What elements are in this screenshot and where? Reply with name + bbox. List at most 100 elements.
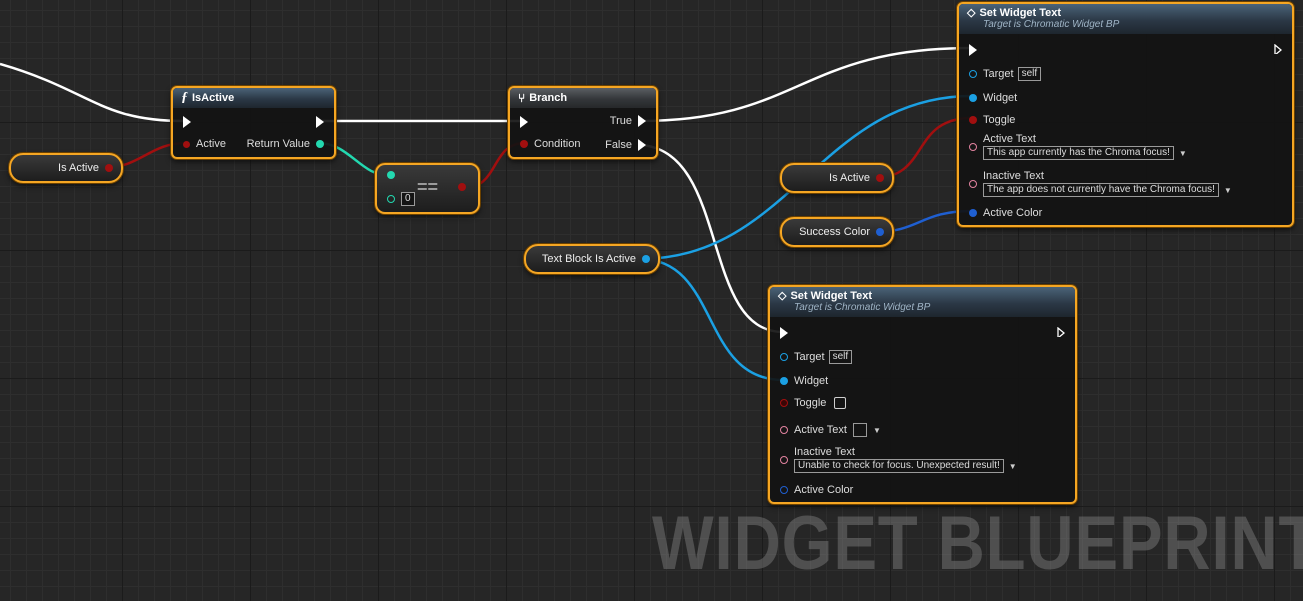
is-active-getter-node[interactable]: Is Active [9, 153, 123, 183]
text-pin-icon [780, 426, 788, 434]
toggle-checkbox[interactable] [834, 397, 847, 409]
text-pin-icon [969, 180, 977, 188]
active-text-field[interactable]: This app currently has the Chroma focus! [983, 146, 1174, 160]
node-header: ƒ IsActive [173, 88, 334, 108]
pin-label: Inactive Text [983, 170, 1044, 182]
node-label: Is Active [829, 172, 870, 184]
blueprint-watermark: WIDGET BLUEPRINT [652, 501, 1303, 586]
pin-active-color[interactable]: Active Color [969, 207, 1042, 219]
pin-target[interactable]: Target self [969, 67, 1042, 81]
exec-output-pin[interactable] [1274, 44, 1282, 54]
pin-label: Toggle [794, 397, 827, 409]
bool-output-pin[interactable] [876, 174, 884, 182]
set-widget-text-node-2[interactable]: ◇ Set Widget Text Target is Chromatic Wi… [768, 285, 1077, 504]
exec-input-pin[interactable] [183, 116, 191, 128]
bool-output-pin[interactable] [458, 183, 466, 191]
text-block-getter-node[interactable]: Text Block Is Active [524, 244, 660, 274]
pin-active[interactable]: Active [183, 138, 226, 150]
node-label: Success Color [799, 226, 870, 238]
equal-node[interactable]: 0 == [375, 163, 480, 214]
equal-input-a-pin[interactable] [387, 171, 395, 179]
target-value-field[interactable]: self [828, 350, 853, 364]
pin-widget[interactable]: Widget [969, 92, 1017, 104]
dropdown-arrow-icon[interactable]: ▼ [873, 426, 881, 435]
bool-pin-icon [458, 183, 466, 191]
exec-arrow-icon [969, 44, 977, 56]
function-icon: ƒ [181, 90, 188, 105]
pin-label: Active Text [983, 133, 1036, 145]
inactive-text-field[interactable]: The app does not currently have the Chro… [983, 183, 1219, 197]
pin-inactive-text[interactable]: Inactive Text Unable to check for focus.… [780, 447, 1017, 473]
set-widget-text-node-1[interactable]: ◇ Set Widget Text Target is Chromatic Wi… [957, 2, 1294, 227]
object-pin-icon [969, 70, 977, 78]
node-header: ◇ Set Widget Text Target is Chromatic Wi… [959, 4, 1292, 34]
node-title: IsActive [192, 92, 235, 104]
pin-label: Widget [794, 375, 829, 387]
node-title: Branch [529, 92, 568, 104]
node-header: ⑂ Branch [510, 88, 656, 108]
struct-pin-icon [780, 486, 788, 494]
exec-wire-in [0, 62, 184, 123]
exec-input-pin[interactable] [969, 44, 977, 56]
bool-pin-icon [780, 399, 788, 407]
pin-toggle[interactable]: Toggle [780, 397, 847, 409]
exec-input-pin[interactable] [780, 327, 788, 339]
exec-arrow-outline-icon [1274, 44, 1282, 54]
struct-output-pin[interactable] [876, 228, 884, 236]
bool-output-pin[interactable] [105, 164, 113, 172]
pin-false[interactable]: False [605, 139, 646, 151]
pin-label: Return Value [246, 138, 310, 150]
bool-pin-icon [969, 116, 977, 124]
pin-label: Active Color [794, 484, 854, 496]
exec-arrow-icon [638, 139, 646, 151]
dropdown-arrow-icon[interactable]: ▼ [1224, 186, 1232, 195]
dropdown-arrow-icon[interactable]: ▼ [1179, 149, 1187, 158]
pin-return-value[interactable]: Return Value [247, 138, 324, 150]
integer-pin-icon [316, 140, 324, 148]
int-value-field[interactable]: 0 [401, 192, 415, 206]
integer-pin-icon [387, 195, 395, 203]
pin-condition[interactable]: Condition [520, 138, 580, 150]
active-text-field[interactable] [853, 423, 867, 437]
exec-output-pin[interactable] [1057, 327, 1065, 337]
object-output-pin[interactable] [642, 255, 650, 263]
pin-label: Inactive Text [794, 446, 855, 458]
object-pin-icon [780, 377, 788, 385]
pin-label: Widget [983, 92, 1018, 104]
node-title: Set Widget Text [979, 6, 1062, 19]
target-value-field[interactable]: self [1017, 67, 1042, 81]
pin-label: Active [196, 138, 226, 150]
dropdown-arrow-icon[interactable]: ▼ [1009, 462, 1017, 471]
pin-target[interactable]: Target self [780, 350, 853, 364]
pin-label: Active Text [794, 424, 847, 436]
equal-symbol: == [417, 177, 439, 197]
pin-label: Toggle [983, 114, 1016, 126]
inactive-text-field[interactable]: Unable to check for focus. Unexpected re… [794, 459, 1004, 473]
pin-label: Target [983, 68, 1014, 80]
pin-active-text[interactable]: Active Text This app currently has the C… [969, 134, 1187, 160]
pin-active-text[interactable]: Active Text ▼ [780, 423, 881, 437]
exec-arrow-outline-icon [1057, 327, 1065, 337]
pin-true[interactable]: True [610, 115, 646, 127]
isactive-function-node[interactable]: ƒ IsActive Active Return Value [171, 86, 336, 159]
exec-arrow-icon [780, 327, 788, 339]
pin-label: Target [794, 351, 825, 363]
object-pin-icon [969, 94, 977, 102]
is-active-getter-node-2[interactable]: Is Active [780, 163, 894, 193]
node-label: Text Block Is Active [541, 253, 636, 265]
exec-arrow-icon [520, 116, 528, 128]
branch-node[interactable]: ⑂ Branch True Condition False [508, 86, 658, 159]
exec-input-pin[interactable] [520, 116, 528, 128]
object-pin-icon [780, 353, 788, 361]
pin-active-color[interactable]: Active Color [780, 484, 853, 496]
text-pin-icon [780, 456, 788, 464]
pin-widget[interactable]: Widget [780, 375, 828, 387]
pin-toggle[interactable]: Toggle [969, 114, 1015, 126]
exec-output-pin[interactable] [316, 116, 324, 128]
equal-input-b-pin[interactable]: 0 [387, 192, 415, 206]
diamond-icon: ◇ [778, 290, 787, 302]
success-color-getter-node[interactable]: Success Color [780, 217, 894, 247]
node-title: Set Widget Text [790, 289, 873, 302]
struct-pin-icon [969, 209, 977, 217]
pin-inactive-text[interactable]: Inactive Text The app does not currently… [969, 171, 1232, 197]
